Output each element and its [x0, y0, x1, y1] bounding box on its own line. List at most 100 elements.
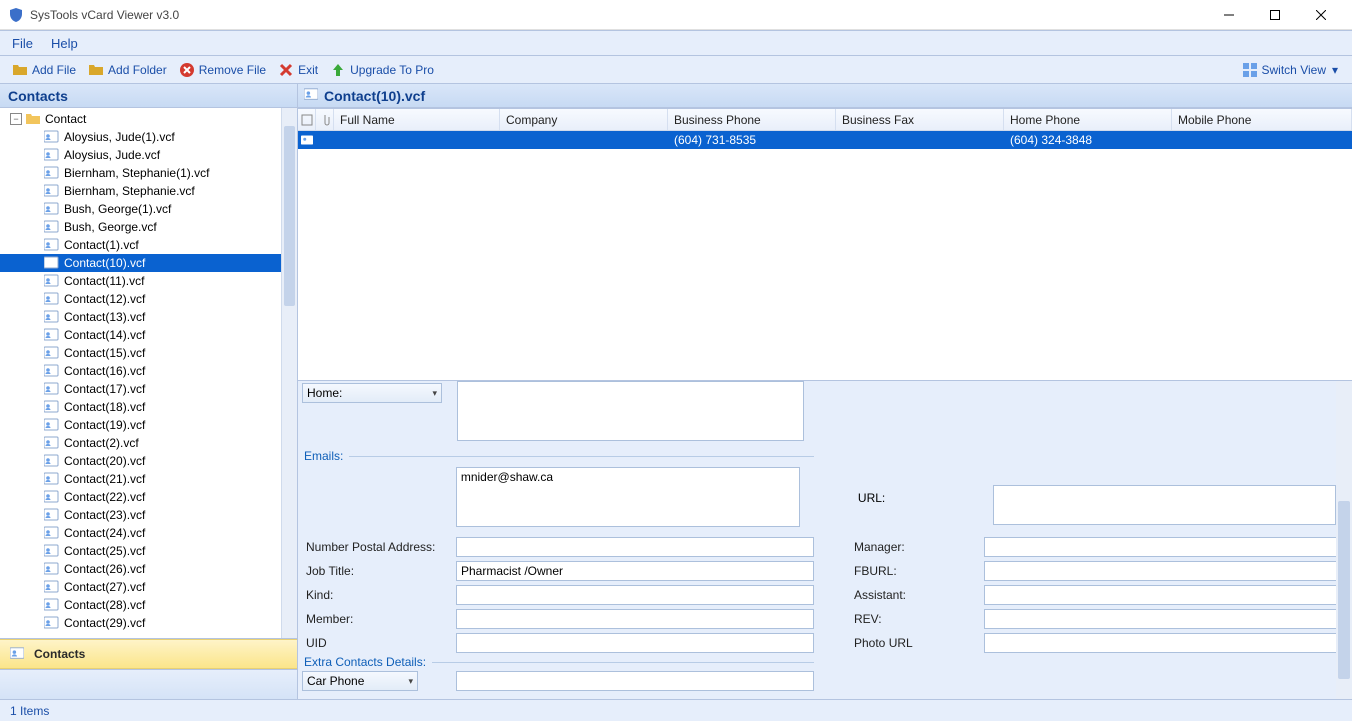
grid-header-company[interactable]: Company [500, 109, 668, 130]
contacts-nav-button[interactable]: Contacts [0, 639, 297, 669]
tree-item[interactable]: Contact(27).vcf [0, 578, 281, 596]
tree-item[interactable]: Contact(28).vcf [0, 596, 281, 614]
vcard-file-icon [44, 166, 60, 180]
grid-header-attachment-icon[interactable] [316, 109, 334, 130]
tree-item[interactable]: Contact(17).vcf [0, 380, 281, 398]
tree-item[interactable]: Bush, George(1).vcf [0, 200, 281, 218]
tree-scrollbar-thumb[interactable] [284, 126, 295, 306]
photo-url-label: Photo URL [854, 636, 984, 650]
minimize-button[interactable] [1206, 0, 1252, 30]
tree-item[interactable]: Bush, George.vcf [0, 218, 281, 236]
add-file-button[interactable]: Add File [6, 60, 82, 80]
collapse-toggle-icon[interactable]: − [10, 113, 22, 125]
tree-item[interactable]: Aloysius, Jude(1).vcf [0, 128, 281, 146]
tree-item[interactable]: Biernham, Stephanie(1).vcf [0, 164, 281, 182]
tree-item[interactable]: Contact(25).vcf [0, 542, 281, 560]
home-address-combo[interactable]: Home: ▾ [302, 383, 442, 403]
tree-item-label: Contact(26).vcf [64, 562, 145, 576]
manager-field[interactable] [984, 537, 1342, 557]
tree-item[interactable]: Contact(19).vcf [0, 416, 281, 434]
grid-header-fullname[interactable]: Full Name [334, 109, 500, 130]
grid-header-business-phone[interactable]: Business Phone [668, 109, 836, 130]
grid-row[interactable]: (604) 731-8535 (604) 324-3848 [298, 131, 1352, 149]
kind-field[interactable] [456, 585, 814, 605]
add-folder-button[interactable]: Add Folder [82, 60, 173, 80]
job-title-field[interactable]: Pharmacist /Owner [456, 561, 814, 581]
assistant-field[interactable] [984, 585, 1342, 605]
photo-url-field[interactable] [984, 633, 1342, 653]
email-value: mnider@shaw.ca [461, 470, 553, 484]
tree-scrollbar[interactable] [281, 108, 297, 638]
extra-contact-value-field[interactable] [456, 671, 814, 691]
menu-help[interactable]: Help [51, 36, 78, 51]
emails-textarea[interactable]: mnider@shaw.ca [456, 467, 800, 527]
tree-item[interactable]: Contact(15).vcf [0, 344, 281, 362]
rev-field[interactable] [984, 609, 1342, 629]
tree-item[interactable]: Contact(21).vcf [0, 470, 281, 488]
vcard-file-icon [44, 310, 60, 324]
vcard-file-icon [44, 454, 60, 468]
grid-header-home-phone[interactable]: Home Phone [1004, 109, 1172, 130]
switch-view-button[interactable]: Switch View ▾ [1236, 60, 1346, 80]
tree-root-label: Contact [45, 112, 86, 126]
close-button[interactable] [1298, 0, 1344, 30]
tree-item[interactable]: Contact(24).vcf [0, 524, 281, 542]
tree-item[interactable]: Biernham, Stephanie.vcf [0, 182, 281, 200]
menu-file[interactable]: File [12, 36, 33, 51]
remove-file-button[interactable]: Remove File [173, 60, 272, 80]
tree-item[interactable]: Contact(29).vcf [0, 614, 281, 632]
tree-item-label: Bush, George.vcf [64, 220, 157, 234]
grid-header-mobile-phone[interactable]: Mobile Phone [1172, 109, 1352, 130]
tree-item[interactable]: Contact(14).vcf [0, 326, 281, 344]
folder-icon [88, 62, 104, 78]
detail-scrollbar[interactable] [1336, 381, 1352, 699]
tree-item-label: Contact(11).vcf [64, 274, 144, 288]
fburl-field[interactable] [984, 561, 1342, 581]
vcard-file-icon [44, 562, 60, 576]
tree-item[interactable]: Contact(20).vcf [0, 452, 281, 470]
url-textarea[interactable] [993, 485, 1336, 525]
tree-item-label: Contact(12).vcf [64, 292, 145, 306]
cell-home-phone: (604) 324-3848 [1004, 133, 1172, 147]
contact-tree[interactable]: − Contact Aloysius, Jude(1).vcfAloysius, J… [0, 108, 281, 638]
left-bottom-strip [0, 669, 297, 699]
maximize-button[interactable] [1252, 0, 1298, 30]
vcard-file-icon [44, 526, 60, 540]
tree-item[interactable]: Contact(26).vcf [0, 560, 281, 578]
combo-label: Home: [307, 386, 342, 400]
contact-grid: Full Name Company Business Phone Busines… [298, 108, 1352, 380]
address-textarea[interactable] [457, 381, 804, 441]
tree-item[interactable]: Contact(18).vcf [0, 398, 281, 416]
tree-item[interactable]: Contact(2).vcf [0, 434, 281, 452]
button-label: Add Folder [108, 63, 167, 77]
member-field[interactable] [456, 609, 814, 629]
toolbar: Add File Add Folder Remove File Exit Upg… [0, 56, 1352, 84]
tree-item[interactable]: Contact(13).vcf [0, 308, 281, 326]
tree-item-label: Contact(27).vcf [64, 580, 145, 594]
tree-item[interactable]: Contact(23).vcf [0, 506, 281, 524]
tree-root-node[interactable]: − Contact [0, 110, 281, 128]
number-postal-field[interactable] [456, 537, 814, 557]
tree-item-label: Contact(17).vcf [64, 382, 145, 396]
exit-button[interactable]: Exit [272, 60, 324, 80]
vcard-file-icon [44, 616, 60, 630]
button-label: Add File [32, 63, 76, 77]
detail-scrollbar-thumb[interactable] [1338, 501, 1350, 679]
vcard-file-icon [44, 238, 60, 252]
uid-field[interactable] [456, 633, 814, 653]
tree-item[interactable]: Contact(12).vcf [0, 290, 281, 308]
tree-item[interactable]: Contact(22).vcf [0, 488, 281, 506]
tree-item[interactable]: Aloysius, Jude.vcf [0, 146, 281, 164]
tree-item[interactable]: Contact(16).vcf [0, 362, 281, 380]
vcard-file-icon [44, 580, 60, 594]
grid-header-business-fax[interactable]: Business Fax [836, 109, 1004, 130]
extra-contact-type-combo[interactable]: Car Phone ▾ [302, 671, 418, 691]
upgrade-button[interactable]: Upgrade To Pro [324, 60, 440, 80]
grid-header-icon1[interactable] [298, 109, 316, 130]
tree-item[interactable]: Contact(11).vcf [0, 272, 281, 290]
tree-item-label: Contact(20).vcf [64, 454, 145, 468]
tree-item[interactable]: Contact(1).vcf [0, 236, 281, 254]
tree-item-label: Contact(22).vcf [64, 490, 145, 504]
vcard-file-icon [44, 202, 60, 216]
tree-item[interactable]: Contact(10).vcf [0, 254, 281, 272]
